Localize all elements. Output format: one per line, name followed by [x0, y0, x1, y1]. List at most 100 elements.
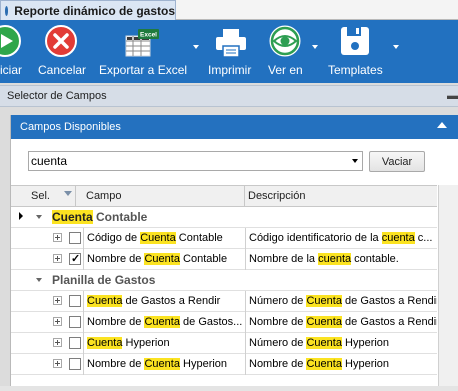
field-name-cell[interactable]: Cuenta Hyperion — [83, 333, 245, 354]
filter-icon[interactable] — [64, 191, 72, 196]
app-window: Reporte dinámico de gastos iciar Cancela… — [0, 0, 458, 391]
field-row[interactable]: Nombre de Cuenta Hyperion Nombre de Cuent… — [11, 354, 437, 375]
field-search-combobox[interactable] — [28, 151, 363, 171]
expand-plus-icon[interactable] — [53, 317, 62, 326]
cell-text: Nombre de — [87, 358, 145, 370]
eye-icon — [269, 25, 301, 57]
print-button[interactable]: Imprimir — [206, 20, 256, 83]
play-icon — [0, 25, 21, 57]
excel-export-icon: Excel — [125, 29, 159, 57]
cell-text: Código identificatorio de la — [249, 232, 382, 244]
group-collapse-arrow-icon[interactable] — [36, 278, 42, 282]
group-row[interactable]: Cuenta Contable — [11, 207, 437, 228]
search-match-highlight: Cuenta — [306, 316, 342, 328]
start-button[interactable]: iciar — [0, 20, 24, 83]
cell-text: de Gastos... — [179, 316, 243, 328]
expand-plus-icon[interactable] — [53, 254, 62, 263]
document-tab-title: Reporte dinámico de gastos — [14, 3, 175, 18]
search-match-highlight: Cuenta — [306, 295, 342, 307]
description-cell[interactable]: Número de Cuenta Hyperion — [245, 333, 437, 354]
cell-text: Nombre de la — [249, 253, 319, 265]
floppy-save-icon — [341, 27, 369, 55]
search-match-highlight: Cuenta — [144, 316, 180, 328]
templates-label: Templates — [328, 63, 383, 77]
view-in-dropdown-caret[interactable] — [312, 45, 318, 49]
select-checkbox[interactable]: ✓ — [69, 253, 81, 265]
description-cell[interactable]: Nombre de Cuenta Hyperion — [245, 354, 437, 375]
description-cell[interactable]: Número de Cuenta de Gastos a Rendir — [245, 291, 437, 312]
available-fields-header: Campos Disponibles — [11, 115, 458, 139]
search-dropdown-arrow-icon[interactable] — [352, 159, 358, 163]
search-match-highlight: cuenta — [381, 232, 415, 244]
cancel-icon — [45, 25, 77, 57]
select-checkbox[interactable] — [69, 337, 81, 349]
field-row[interactable]: Código de Cuenta Contable Código identifi… — [11, 228, 437, 249]
field-row[interactable]: Cuenta de Gastos a Rendir Número de Cuent… — [11, 291, 437, 312]
cancel-button[interactable]: Cancelar — [36, 20, 88, 83]
field-name-cell[interactable]: Código de Cuenta Contable — [83, 228, 245, 249]
field-name-cell[interactable]: Nombre de Cuenta de Gastos... — [83, 312, 245, 333]
search-match-highlight: Cuenta — [87, 295, 123, 307]
expand-plus-icon[interactable] — [53, 233, 62, 242]
cell-text: contable. — [351, 253, 399, 265]
document-tab[interactable]: Reporte dinámico de gastos — [0, 0, 176, 20]
cell-text: Contable — [175, 232, 223, 244]
pin-icon[interactable]: ▬ — [447, 90, 458, 102]
cell-text: Nombre de — [249, 316, 307, 328]
description-cell[interactable]: Nombre de Cuenta de Gastos a Rendir — [245, 312, 437, 333]
printer-icon — [216, 29, 246, 58]
select-checkbox[interactable] — [69, 295, 81, 307]
search-match-highlight: Cuenta — [306, 337, 342, 349]
fields-grid: Sel. Campo Descripción Cuenta Contable Có… — [11, 185, 437, 391]
clear-button[interactable]: Vaciar — [369, 151, 425, 172]
search-match-highlight: Cuenta — [52, 210, 93, 224]
field-selector-title: Selector de Campos — [7, 90, 107, 102]
field-row[interactable]: ✓ Nombre de Cuenta Contable Nombre de la c… — [11, 249, 437, 270]
expand-plus-icon[interactable] — [53, 296, 62, 305]
cell-text: de Gastos a Rendir — [341, 295, 437, 307]
cell-text: c... — [414, 232, 433, 244]
field-row[interactable]: Nombre de Cuenta de Gastos... Nombre de C… — [11, 312, 437, 333]
cell-text: Hyperion — [341, 358, 390, 370]
group-row[interactable]: Planilla de Gastos — [11, 270, 437, 291]
search-match-highlight: Cuenta — [140, 232, 176, 244]
export-excel-dropdown-caret[interactable] — [193, 45, 199, 49]
expand-plus-icon[interactable] — [53, 338, 62, 347]
export-excel-button[interactable]: Excel Exportar a Excel — [97, 20, 187, 83]
templates-button[interactable]: Templates — [326, 20, 384, 83]
field-search-input[interactable] — [31, 153, 341, 169]
select-checkbox[interactable] — [69, 358, 81, 370]
expand-plus-icon[interactable] — [53, 359, 62, 368]
toolbar: iciar Cancelar Excel Exportar a Excel Im… — [0, 20, 458, 83]
cancel-button-label: Cancelar — [38, 63, 87, 77]
templates-dropdown-caret[interactable] — [393, 45, 399, 49]
start-button-label: iciar — [0, 63, 23, 77]
group-label-text: Contable — [92, 210, 148, 224]
grid-header: Sel. Campo Descripción — [11, 185, 437, 207]
search-match-highlight: cuenta — [318, 253, 352, 265]
search-match-highlight: Cuenta — [144, 358, 180, 370]
description-cell[interactable]: Código identificatorio de la cuenta c... — [245, 228, 437, 249]
print-button-label: Imprimir — [208, 63, 252, 77]
column-header-field[interactable]: Campo — [83, 186, 245, 206]
collapse-chevron-icon[interactable] — [437, 122, 447, 128]
view-in-button[interactable]: Ver en — [266, 20, 306, 83]
available-fields-title: Campos Disponibles — [20, 121, 121, 133]
description-cell[interactable]: Nombre de la cuenta contable. — [245, 249, 437, 270]
group-collapse-arrow-icon[interactable] — [36, 215, 42, 219]
cell-text: de Gastos a Rendir — [341, 316, 437, 328]
field-name-cell[interactable]: Cuenta de Gastos a Rendir — [83, 291, 245, 312]
field-row[interactable]: Cuenta Hyperion Número de Cuenta Hyperion — [11, 333, 437, 354]
column-header-description[interactable]: Descripción — [245, 186, 437, 206]
group-label-text: Planilla de Gastos — [52, 273, 156, 287]
vertical-scrollbar[interactable] — [438, 185, 458, 391]
cell-text: Contable — [179, 253, 228, 265]
app-icon — [5, 5, 9, 16]
field-name-cell[interactable]: Nombre de Cuenta Hyperion — [83, 354, 245, 375]
export-excel-label: Exportar a Excel — [99, 63, 188, 77]
field-name-cell[interactable]: Nombre de Cuenta Contable — [83, 249, 245, 270]
column-header-select[interactable]: Sel. — [28, 186, 76, 206]
select-checkbox[interactable] — [69, 316, 81, 328]
search-match-highlight: Cuenta — [144, 253, 180, 265]
select-checkbox[interactable] — [69, 232, 81, 244]
